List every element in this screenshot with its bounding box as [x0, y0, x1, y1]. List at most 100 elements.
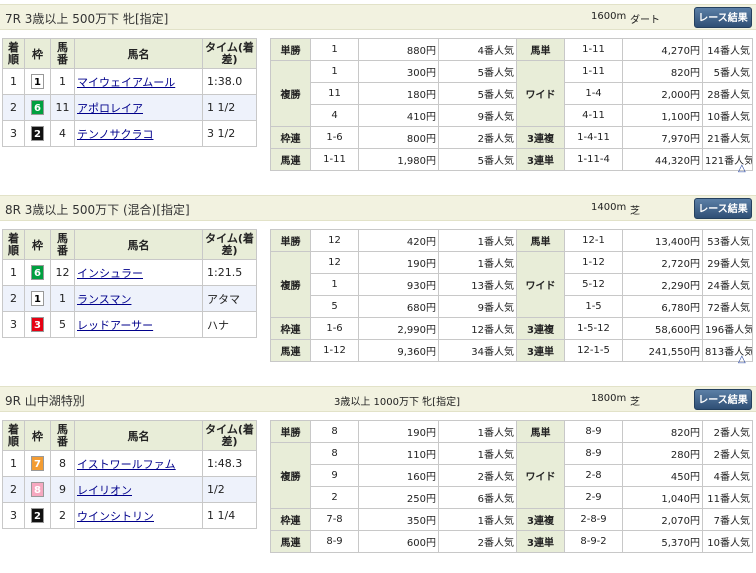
- payout-row: 9 160円 2番人気 2-8 450円 4番人気: [271, 464, 753, 487]
- num-cell: 9: [50, 476, 75, 503]
- horse-name-link[interactable]: ウインシトリン: [77, 510, 154, 523]
- tansho-popularity: 4番人気: [438, 38, 517, 61]
- umatan-payout: 820円: [622, 420, 703, 443]
- umatan-label: 馬単: [516, 38, 565, 61]
- rank-cell: 2: [2, 285, 25, 312]
- umatan-label: 馬単: [516, 420, 565, 443]
- name-cell: テンノサクラコ: [74, 120, 203, 147]
- sanrenpuku-popularity: 21番人気: [702, 126, 753, 149]
- name-cell: インシュラー: [74, 259, 203, 286]
- umaren-label: 馬連: [270, 530, 311, 553]
- tansho-payout: 880円: [358, 38, 439, 61]
- sanrenpuku-combo: 2-8-9: [564, 508, 623, 531]
- wide-popularity: 72番人気: [702, 295, 753, 318]
- waku-header: 枠: [24, 38, 51, 69]
- horse-name-link[interactable]: テンノサクラコ: [77, 128, 153, 141]
- tansho-payout: 420円: [358, 229, 439, 252]
- wide-label: ワイド: [516, 251, 565, 318]
- waku-badge: 1: [31, 74, 44, 89]
- results-table: 着順枠馬番 馬名 タイム(着差) 1 6 12 インシュラー 1:21.5 2 1 1 ランスマン アタ…: [2, 229, 257, 338]
- name-cell: ウインシトリン: [74, 502, 203, 529]
- waku-cell: 2: [24, 502, 51, 529]
- wide-payout: 1,040円: [622, 486, 703, 509]
- horse-name-link[interactable]: イストワールファム: [77, 458, 176, 471]
- payout-row: 4 410円 9番人気 4-11 1,100円 10番人気: [271, 104, 753, 127]
- waku-badge: 3: [31, 317, 44, 332]
- race-header: 7R 3歳以上 500万下 牝[指定] 1600m ダート レース結果: [0, 4, 756, 30]
- umaren-payout: 600円: [358, 530, 439, 553]
- table-row: 1 6 12 インシュラー 1:21.5: [2, 259, 257, 286]
- wide-combo: 1-5: [564, 295, 623, 318]
- wide-payout: 280円: [622, 442, 703, 465]
- table-row: 1 1 1 マイウェイアムール 1:38.0: [2, 68, 257, 95]
- tansho-combo: 1: [310, 38, 359, 61]
- results-table: 着順枠馬番 馬名 タイム(着差) 1 7 8 イストワールファム 1:48.3 2 8 9 レイリオン…: [2, 420, 257, 529]
- wide-popularity: 28番人気: [702, 82, 753, 105]
- wide-popularity: 11番人気: [702, 486, 753, 509]
- sanrenpuku-payout: 2,070円: [622, 508, 703, 531]
- rank-header: 着順: [2, 229, 25, 260]
- umatan-combo: 8-9: [564, 420, 623, 443]
- fukusho-popularity: 5番人気: [438, 82, 517, 105]
- umaren-label: 馬連: [270, 339, 311, 362]
- page-top-triangle-icon[interactable]: △: [738, 354, 746, 365]
- umatan-payout: 13,400円: [622, 229, 703, 252]
- race-result-button[interactable]: レース結果: [694, 389, 752, 410]
- fukusho-payout: 680円: [358, 295, 439, 318]
- payout-row: 馬連 1-11 1,980円 5番人気 3連単 1-11-4 44,320円 121番人気: [270, 148, 753, 171]
- horse-name-link[interactable]: レイリオン: [77, 484, 132, 497]
- horse-name-link[interactable]: レッドアーサー: [77, 319, 153, 332]
- rank-header: 着順: [2, 420, 25, 451]
- waku-badge: 6: [31, 265, 44, 280]
- sanrenpuku-popularity: 7番人気: [702, 508, 753, 531]
- fukusho-label: 複勝: [270, 60, 311, 127]
- time-header: タイム(着差): [202, 38, 257, 69]
- fukusho-popularity: 6番人気: [438, 486, 517, 509]
- fukusho-combo: 11: [310, 82, 359, 105]
- waku-badge: 2: [31, 126, 44, 141]
- fukusho-payout: 250円: [358, 486, 439, 509]
- wakuren-payout: 800円: [358, 126, 439, 149]
- wide-label: ワイド: [516, 60, 565, 127]
- rank-header: 着順: [2, 38, 25, 69]
- num-cell: 12: [50, 259, 75, 286]
- race-result-button[interactable]: レース結果: [694, 7, 752, 28]
- payout-table: 単勝 1 880円 4番人気 馬単 1-11 4,270円 14番人気 複勝 1 300円 5番人気ワ…: [270, 38, 753, 171]
- waku-badge: 1: [31, 291, 44, 306]
- name-cell: ランスマン: [74, 285, 203, 312]
- umaren-popularity: 34番人気: [438, 339, 517, 362]
- tansho-combo: 12: [310, 229, 359, 252]
- tansho-label: 単勝: [270, 38, 311, 61]
- wakuren-label: 枠連: [270, 508, 311, 531]
- fukusho-combo: 1: [310, 273, 359, 296]
- rank-cell: 2: [2, 94, 25, 121]
- tansho-popularity: 1番人気: [438, 420, 517, 443]
- time-cell: 1:48.3: [202, 450, 257, 477]
- umaren-payout: 1,980円: [358, 148, 439, 171]
- page-top-triangle-icon[interactable]: △: [738, 163, 746, 174]
- wide-combo: 1-11: [564, 60, 623, 83]
- horse-name-link[interactable]: アポロレイア: [77, 102, 143, 115]
- horse-name-link[interactable]: インシュラー: [77, 267, 143, 280]
- table-row: 3 2 2 ウインシトリン 1 1/4: [2, 502, 257, 529]
- horse-name-link[interactable]: ランスマン: [77, 293, 131, 306]
- fukusho-popularity: 13番人気: [438, 273, 517, 296]
- wide-popularity: 10番人気: [702, 104, 753, 127]
- wide-payout: 2,000円: [622, 82, 703, 105]
- race-result-button[interactable]: レース結果: [694, 198, 752, 219]
- payout-table: 単勝 8 190円 1番人気 馬単 8-9 820円 2番人気 複勝 8 110円 1番人気 ワイド 8-…: [270, 420, 753, 553]
- fukusho-combo: 5: [310, 295, 359, 318]
- fukusho-combo: 8: [310, 442, 359, 465]
- waku-badge: 6: [31, 100, 44, 115]
- wide-combo: 8-9: [564, 442, 623, 465]
- payout-row: 馬連 8-9 600円 2番人気 3連単 8-9-2 5,370円 10番人気: [270, 530, 753, 553]
- fukusho-label: 複勝: [270, 251, 311, 318]
- sanrentan-label: 3連単: [516, 148, 565, 171]
- payout-row: 枠連 7-8 350円 1番人気 3連複 2-8-9 2,070円 7番人気: [270, 508, 753, 531]
- rank-cell: 1: [2, 450, 25, 477]
- fukusho-payout: 160円: [358, 464, 439, 487]
- time-header: タイム(着差): [202, 420, 257, 451]
- wide-combo: 4-11: [564, 104, 623, 127]
- horse-name-link[interactable]: マイウェイアムール: [77, 76, 175, 89]
- num-header: 馬番: [50, 420, 75, 451]
